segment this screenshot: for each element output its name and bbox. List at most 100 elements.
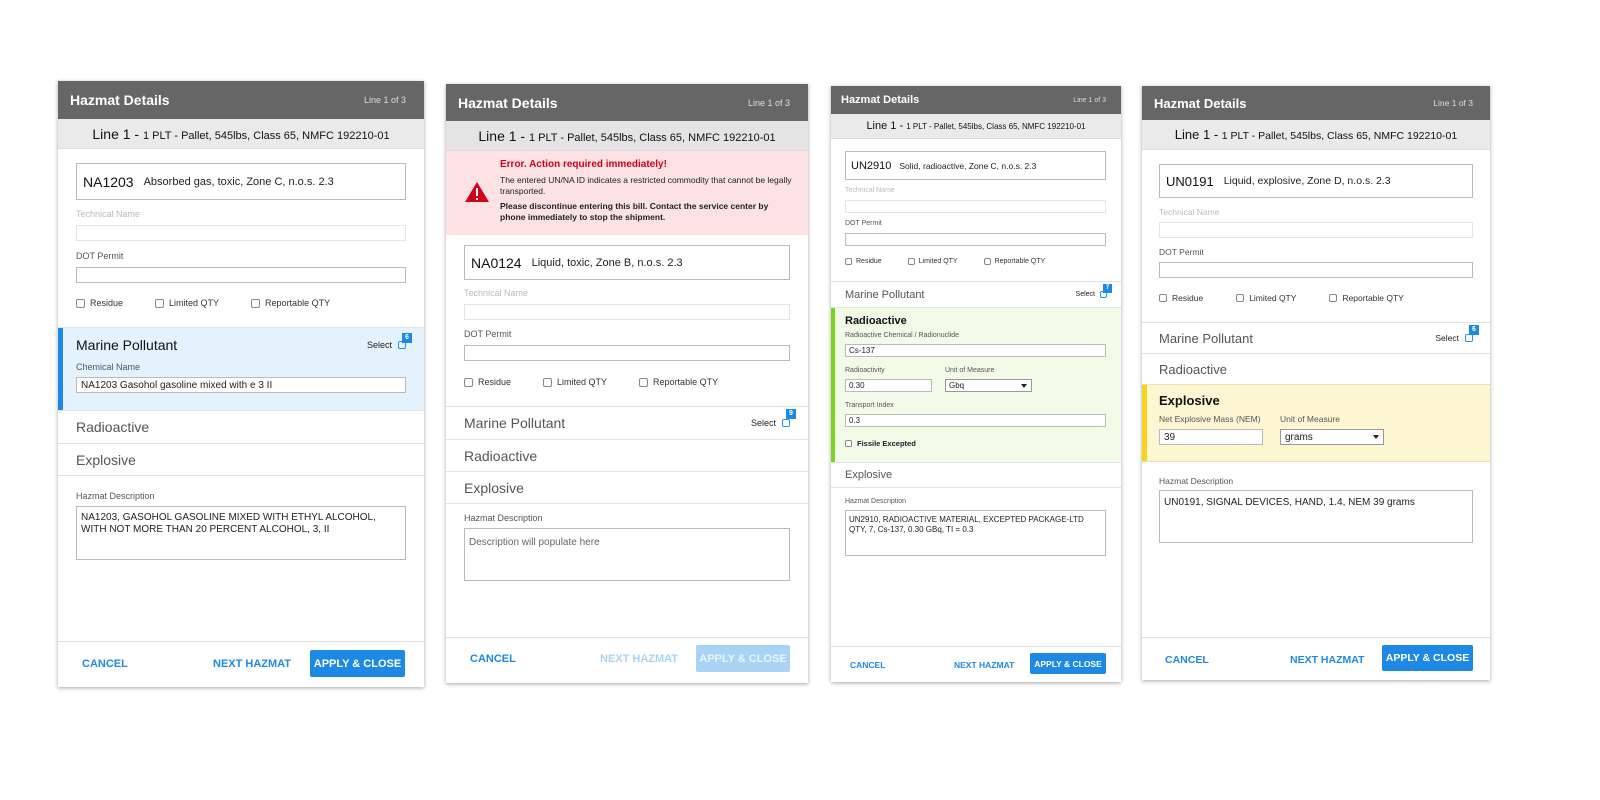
warning-icon (465, 182, 489, 202)
residue-checkbox[interactable]: Residue (1159, 293, 1203, 303)
nem-input[interactable]: 39 (1159, 429, 1263, 445)
radioactivity-input[interactable]: 0.30 (845, 379, 932, 392)
residue-label: Residue (856, 258, 882, 265)
reportable-qty-checkbox[interactable]: Reportable QTY (983, 258, 1045, 265)
checkbox-box[interactable] (639, 377, 649, 387)
radionuclide-input[interactable]: Cs-137 (845, 344, 1106, 357)
marine-pollutant-section[interactable]: Marine Pollutant Select 7 (831, 281, 1121, 307)
fissile-excepted-checkbox[interactable]: Fissile Excepted (845, 439, 916, 448)
technical-name-input[interactable] (1159, 222, 1473, 238)
select-button[interactable]: Select 6 (367, 333, 412, 350)
marine-pollutant-section: Marine Pollutant Select 6 Chemical Name … (58, 327, 424, 410)
explosive-section[interactable]: Explosive (446, 471, 808, 504)
dot-permit-input[interactable] (845, 233, 1106, 246)
limited-qty-checkbox[interactable]: Limited QTY (1236, 293, 1296, 303)
dot-permit-label: DOT Permit (76, 251, 124, 261)
select-button[interactable]: Select 7 (1076, 284, 1112, 298)
cancel-button[interactable]: CANCEL (82, 658, 128, 670)
transport-index-label: Transport Index (845, 402, 894, 409)
un-number-field[interactable]: UN0191 Liquid, explosive, Zone D, n.o.s.… (1159, 164, 1473, 198)
marine-pollutant-section[interactable]: Marine Pollutant Select 9 (446, 406, 808, 439)
hazmat-options: Residue Limited QTY Reportable QTY (76, 298, 330, 308)
hazmat-description-text: UN2910, RADIOACTIVE MATERIAL, EXCEPTED P… (849, 515, 1084, 534)
radioactive-section[interactable]: Radioactive (58, 410, 424, 443)
explosive-label: Explosive (845, 469, 893, 481)
cancel-button[interactable]: CANCEL (1165, 654, 1209, 666)
dot-permit-input[interactable] (76, 267, 406, 283)
technical-name-input[interactable] (76, 225, 406, 241)
dot-permit-input[interactable] (1159, 262, 1473, 278)
hazmat-description-box[interactable]: UN2910, RADIOACTIVE MATERIAL, EXCEPTED P… (845, 510, 1106, 556)
next-hazmat-button[interactable]: NEXT HAZMAT (213, 658, 291, 670)
technical-name-label: Technical Name (464, 288, 529, 298)
checkbox-box[interactable] (1236, 294, 1245, 302)
reportable-qty-checkbox[interactable]: Reportable QTY (251, 298, 330, 308)
un-description: Liquid, toxic, Zone B, n.o.s. 2.3 (531, 256, 683, 269)
chevron-down-icon (1021, 383, 1027, 388)
checkbox-box[interactable] (845, 440, 852, 447)
un-number-field[interactable]: NA1203 Absorbed gas, toxic, Zone C, n.o.… (76, 163, 406, 200)
panel-title: Hazmat Details (458, 94, 558, 111)
count-badge: 6 (402, 333, 412, 343)
explosive-section[interactable]: Explosive (58, 443, 424, 476)
select-button[interactable]: Select 6 (1435, 325, 1479, 343)
cancel-button[interactable]: CANCEL (850, 660, 885, 670)
checkbox-box[interactable] (76, 298, 85, 308)
un-number-field[interactable]: UN2910 Solid, radioactive, Zone C, n.o.s… (845, 151, 1106, 180)
checkbox-box[interactable] (251, 298, 261, 308)
checkbox-box[interactable] (1329, 294, 1338, 302)
reportable-qty-label: Reportable QTY (265, 298, 331, 308)
technical-name-input[interactable] (464, 304, 790, 320)
apply-close-button[interactable]: APPLY & CLOSE (1382, 645, 1473, 671)
unit-of-measure-dropdown[interactable]: grams (1280, 429, 1384, 445)
radioactive-section[interactable]: Radioactive (446, 439, 808, 471)
transport-index-input[interactable]: 0.3 (845, 414, 1106, 427)
next-hazmat-button[interactable]: NEXT HAZMAT (1290, 654, 1364, 666)
next-hazmat-button[interactable]: NEXT HAZMAT (600, 653, 678, 665)
limited-qty-checkbox[interactable]: Limited QTY (155, 298, 219, 308)
hazmat-description-box[interactable]: Description will populate here (464, 528, 790, 581)
next-hazmat-button[interactable]: NEXT HAZMAT (954, 660, 1014, 670)
unit-of-measure-dropdown[interactable]: Gbq (945, 379, 1032, 392)
radioactive-label: Radioactive (76, 419, 150, 435)
checkbox-box[interactable] (155, 298, 165, 308)
select-button[interactable]: Select 9 (751, 409, 796, 428)
error-banner: Error. Action required immediately! The … (446, 151, 808, 235)
panel-header: Hazmat Details Line 1 of 3 (1142, 86, 1490, 120)
checkbox-box[interactable] (543, 377, 553, 387)
chemical-name-input[interactable]: NA1203 Gasohol gasoline mixed with e 3 I… (76, 377, 406, 393)
reportable-qty-checkbox[interactable]: Reportable QTY (639, 377, 718, 387)
apply-close-button[interactable]: APPLY & CLOSE (310, 650, 405, 677)
marine-pollutant-section[interactable]: Marine Pollutant Select 6 (1142, 322, 1490, 353)
checkbox-box[interactable] (1159, 294, 1167, 302)
hazmat-description-label: Hazmat Description (1159, 476, 1234, 486)
dot-permit-input[interactable] (464, 345, 790, 361)
copy-icon (1465, 334, 1473, 342)
limited-qty-label: Limited QTY (918, 258, 958, 265)
residue-label: Residue (478, 377, 512, 387)
residue-label: Residue (90, 298, 124, 308)
checkbox-box[interactable] (464, 377, 473, 387)
un-number-field[interactable]: NA0124 Liquid, toxic, Zone B, n.o.s. 2.3 (464, 245, 790, 280)
limited-qty-label: Limited QTY (557, 377, 608, 387)
nem-label: Net Explosive Mass (NEM) (1159, 414, 1261, 424)
radioactive-section[interactable]: Radioactive (1142, 353, 1490, 384)
cancel-button[interactable]: CANCEL (470, 653, 516, 665)
apply-close-button[interactable]: APPLY & CLOSE (1030, 653, 1106, 674)
residue-checkbox[interactable]: Residue (845, 258, 882, 265)
hazmat-description-box[interactable]: NA1203, GASOHOL GASOLINE MIXED WITH ETHY… (76, 506, 406, 560)
residue-checkbox[interactable]: Residue (464, 377, 511, 387)
panel-header: Hazmat Details Line 1 of 3 (58, 81, 424, 119)
hazmat-description-label: Hazmat Description (464, 513, 543, 523)
limited-qty-checkbox[interactable]: Limited QTY (543, 377, 607, 387)
explosive-section[interactable]: Explosive (831, 462, 1121, 488)
checkbox-box[interactable] (907, 258, 915, 265)
residue-checkbox[interactable]: Residue (76, 298, 123, 308)
apply-close-button[interactable]: APPLY & CLOSE (696, 645, 790, 672)
hazmat-description-box[interactable]: UN0191, SIGNAL DEVICES, HAND, 1.4, NEM 3… (1159, 490, 1473, 543)
checkbox-box[interactable] (845, 258, 852, 265)
technical-name-input[interactable] (845, 200, 1106, 213)
limited-qty-checkbox[interactable]: Limited QTY (907, 258, 958, 265)
checkbox-box[interactable] (983, 258, 991, 265)
reportable-qty-checkbox[interactable]: Reportable QTY (1329, 293, 1404, 303)
